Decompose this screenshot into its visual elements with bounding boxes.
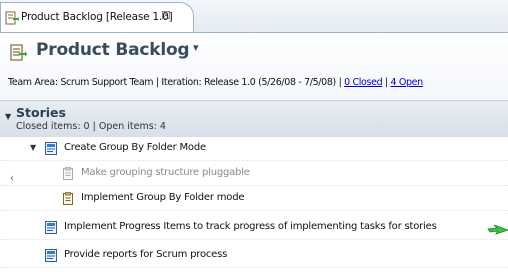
- task-icon: [63, 167, 73, 180]
- expand-icon[interactable]: ▼: [30, 143, 36, 152]
- scroll-left-icon[interactable]: ‹: [10, 173, 14, 184]
- stories-tree: ▼ Create Group By Folder Mode Make group…: [0, 137, 508, 272]
- task-icon: [63, 192, 73, 205]
- close-icon[interactable]: ☒: [161, 9, 171, 22]
- editor-header: Product Backlog ▾ Team Area: Scrum Suppo…: [0, 33, 508, 99]
- editor-window: Product Backlog [Release 1.0] ☒ Product …: [0, 0, 508, 272]
- chevron-down-icon[interactable]: ▾: [193, 41, 199, 54]
- row-label: Implement Progress Items to track progre…: [64, 221, 437, 232]
- tree-row[interactable]: Implement Group By Folder mode: [0, 187, 508, 211]
- plan-info: Team Area: Scrum Support Team | Iteratio…: [8, 77, 423, 88]
- tab-strip: Product Backlog [Release 1.0] ☒: [0, 0, 508, 33]
- tab-title: Product Backlog [Release 1.0]: [21, 11, 173, 23]
- row-label: Create Group By Folder Mode: [64, 142, 206, 153]
- plan-info-text: Team Area: Scrum Support Team | Iteratio…: [8, 77, 345, 88]
- section-title: Stories: [16, 105, 66, 120]
- tree-row[interactable]: Make grouping structure pluggable: [0, 162, 508, 186]
- section-summary: Closed items: 0 | Open items: 4: [16, 121, 166, 132]
- green-arrow-icon: [487, 224, 508, 235]
- stories-section-header[interactable]: ▼ Stories Closed items: 0 | Open items: …: [0, 100, 508, 137]
- story-icon: [45, 249, 57, 262]
- page-title: Product Backlog: [36, 40, 190, 60]
- row-label: Make grouping structure pluggable: [81, 167, 250, 178]
- tree-row[interactable]: Implement Progress Items to track progre…: [0, 216, 508, 240]
- collapse-icon[interactable]: ▼: [5, 112, 11, 121]
- tab-product-backlog[interactable]: Product Backlog [Release 1.0] ☒: [0, 2, 194, 32]
- backlog-icon: [10, 44, 27, 61]
- row-label: Implement Group By Folder mode: [81, 192, 245, 203]
- story-icon: [45, 142, 57, 155]
- story-icon: [45, 221, 57, 234]
- row-label: Provide reports for Scrum process: [64, 249, 228, 260]
- closed-items-link[interactable]: 0 Closed: [344, 77, 383, 88]
- link-separator: |: [382, 77, 391, 88]
- backlog-icon: [5, 11, 19, 25]
- tree-row[interactable]: ▼ Create Group By Folder Mode: [0, 137, 508, 161]
- open-items-link[interactable]: 4 Open: [391, 77, 424, 88]
- tree-row[interactable]: Provide reports for Scrum process: [0, 244, 508, 268]
